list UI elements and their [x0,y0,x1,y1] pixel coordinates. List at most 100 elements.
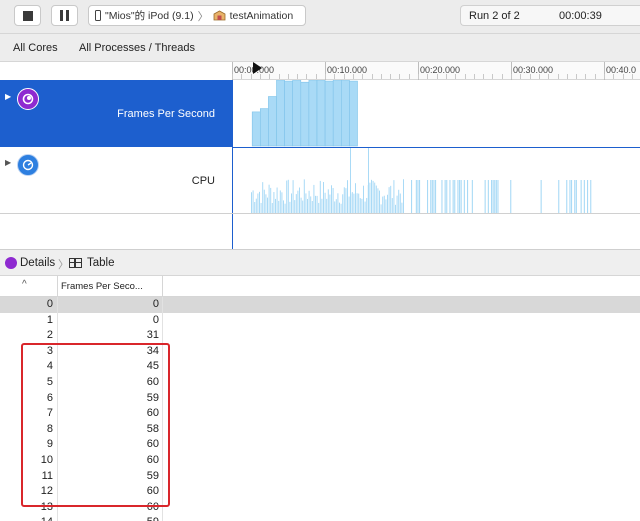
details-crumb[interactable]: Details [20,257,55,269]
cpu-spike [495,180,497,213]
sort-ascending-icon[interactable]: ^ [22,279,27,290]
table-header: ^ Frames Per Seco... [0,276,640,297]
table-row[interactable]: 14 59 [0,515,640,521]
cpu-spike [335,199,337,213]
cpu-spike [310,196,312,213]
cpu-spike [510,180,512,213]
table-row[interactable]: 00 [0,297,640,313]
disclosure-triangle-icon[interactable]: ▶ [5,92,11,101]
cpu-spike [275,198,276,213]
track-graphs [251,80,592,213]
cpu-spike [339,202,340,213]
fps-bar [300,81,310,147]
cpu-spike [297,190,299,213]
cpu-spike [291,193,292,213]
cpu-spike [271,203,273,213]
cpu-spike [278,200,280,213]
cpu-spike [315,195,316,213]
cpu-spike [449,180,451,213]
fps-value: 31 [146,329,159,342]
cpu-track-header[interactable]: ▶ CPU [0,148,232,214]
cpu-spike [383,195,385,213]
target-selector[interactable]: "Mios"的 iPod (9.1) 〉 testAnimation [88,5,306,26]
cpu-spike [395,204,396,213]
cpu-spike [419,180,421,213]
cpu-spike [566,180,568,213]
cpu-spike [372,180,374,213]
run-status[interactable]: Run 2 of 2 00:00:39 [460,5,640,26]
cpu-spike [430,180,432,213]
cpu-spike [331,185,332,213]
table-row[interactable]: 2 31 [0,328,640,344]
cpu-spike [364,201,366,213]
stop-button[interactable] [14,5,41,26]
cpu-spike [260,202,262,213]
cpu-spike [452,180,454,213]
fps-bar [251,111,261,147]
cpu-spike [276,187,278,213]
cpu-spike [313,184,315,213]
cpu-spike [254,201,256,213]
cpu-spike [467,180,469,213]
cpu-spike [300,197,302,213]
all-processes-button[interactable]: All Processes / Threads [79,42,195,54]
cpu-spike [327,189,329,213]
cpu-spike [326,198,328,213]
disclosure-triangle-icon[interactable]: ▶ [5,158,11,167]
cpu-spike [287,179,289,213]
empty-track-header [0,214,232,249]
track-divider [232,147,640,148]
cpu-spike [435,180,437,213]
cpu-spike [457,180,459,213]
cpu-spike [316,195,318,213]
cpu-spike [356,193,358,213]
fps-column-header[interactable]: Frames Per Seco... [57,276,163,297]
cpu-spike [374,182,376,213]
table-crumb[interactable]: Table [87,257,115,269]
fps-bar [292,80,302,147]
cpu-spike [398,189,400,213]
cpu-spike [299,187,300,213]
pause-icon [60,10,69,21]
cpu-spike [284,203,286,213]
cpu-spike [366,197,368,213]
cpu-spike [497,180,499,213]
cpu-spike [371,179,372,213]
app-icon [213,10,225,21]
cpu-spike [361,198,363,213]
cpu-spike [359,198,361,213]
cpu-spike [415,180,417,213]
cpu-spike [353,193,355,213]
cpu-spike [319,180,321,213]
cpu-spike [252,190,254,213]
core-animation-icon [17,88,39,110]
playhead-flag[interactable] [253,62,262,74]
timeline-ruler[interactable]: 00:00.000 00:10.000 00:20.000 00:30.000 … [0,62,640,80]
fps-bar [332,80,342,147]
cpu-spike [492,180,494,213]
fps-track-header[interactable]: ▶ Frames Per Second [0,80,232,147]
cpu-spike [343,187,345,213]
cpu-spike [273,192,275,213]
cpu-spike [270,187,272,213]
row-index: 1 [46,313,53,326]
cpu-spike [396,195,398,213]
fps-track-name: Frames Per Second [117,108,215,120]
cpu-spike [257,193,259,213]
toolbar: "Mios"的 iPod (9.1) 〉 testAnimation Run 2… [0,0,640,34]
cpu-spike [351,192,353,213]
cpu-spike [334,201,336,213]
all-cores-button[interactable]: All Cores [13,42,58,54]
table-row[interactable]: 10 [0,312,640,329]
pause-button[interactable] [51,5,78,26]
cpu-spike [558,180,560,213]
cpu-spike [459,180,461,213]
cpu-spike [484,180,486,213]
cpu-spike [393,180,395,213]
fps-bar [349,80,358,147]
cpu-spike [262,182,264,213]
table-icon [69,258,82,268]
cpu-spike [388,187,390,213]
timeline-graph-area[interactable] [232,80,640,249]
cpu-spike [321,198,323,213]
